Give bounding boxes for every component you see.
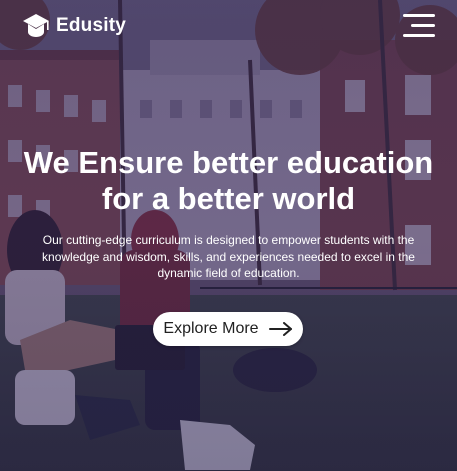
hero-title-line-2: for a better world xyxy=(101,181,356,216)
arrow-right-icon xyxy=(268,322,292,336)
hero-section: Edusity We Ensure better education for a… xyxy=(0,0,457,471)
explore-more-label: Explore More xyxy=(163,320,259,337)
brand-name: Edusity xyxy=(56,15,127,36)
hero-title: We Ensure better education for a better … xyxy=(0,145,457,217)
hamburger-menu-icon xyxy=(403,14,435,37)
hamburger-menu-button[interactable] xyxy=(403,13,435,39)
hero-content: We Ensure better education for a better … xyxy=(0,145,457,282)
hero-title-line-1: We Ensure better education xyxy=(23,145,434,180)
explore-more-button[interactable]: Explore More xyxy=(153,312,303,346)
brand-logo[interactable]: Edusity xyxy=(22,13,126,39)
navbar: Edusity xyxy=(0,0,457,52)
hero-description: Our cutting-edge curriculum is designed … xyxy=(42,233,415,280)
graduation-cap-icon xyxy=(23,14,49,37)
